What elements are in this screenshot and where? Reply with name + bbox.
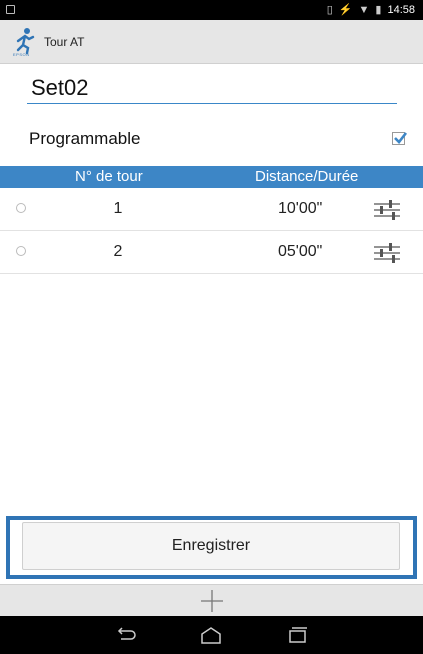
wifi-icon: ▼: [358, 3, 370, 16]
row-radio[interactable]: [16, 203, 26, 213]
table-row[interactable]: 1 10'00": [0, 188, 423, 231]
adjust-settings-icon[interactable]: [372, 241, 402, 265]
bottom-action-bar: [0, 584, 423, 616]
screenshot-icon: [6, 5, 15, 14]
table-header: N° de tour Distance/Durée: [0, 166, 423, 188]
recent-apps-icon[interactable]: [285, 625, 309, 645]
home-icon[interactable]: [199, 625, 223, 645]
column-header-tour: N° de tour: [75, 168, 143, 185]
action-bar: EPSON Tour AT: [0, 20, 423, 64]
column-header-distance: Distance/Durée: [255, 168, 359, 185]
battery-icon: ▮: [375, 4, 382, 16]
lap-duration: 10'00": [278, 200, 323, 217]
lap-duration: 05'00": [278, 243, 323, 260]
vibrate-icon: ▯: [326, 4, 333, 16]
table-row[interactable]: 2 05'00": [0, 231, 423, 274]
back-icon[interactable]: [115, 625, 137, 645]
programmable-row[interactable]: Programmable: [0, 124, 423, 154]
programmable-checkbox[interactable]: [392, 132, 408, 145]
app-title[interactable]: Tour AT: [44, 35, 84, 49]
navigation-bar: [0, 616, 423, 654]
check-icon: [394, 132, 408, 144]
status-bar: ▯ ⚡ ▼ ▮ 14:58: [0, 0, 423, 20]
row-radio[interactable]: [16, 246, 26, 256]
add-icon[interactable]: [199, 588, 225, 614]
programmable-label: Programmable: [29, 129, 141, 148]
save-button[interactable]: Enregistrer: [22, 522, 400, 570]
clock: 14:58: [387, 3, 415, 16]
app-logo-icon: EPSON: [12, 27, 38, 57]
lap-number: 1: [113, 200, 123, 217]
name-field-container: [27, 74, 397, 104]
alarm-icon: ⚡: [338, 4, 353, 16]
lap-number: 2: [113, 243, 123, 260]
app-logo-caption: EPSON: [13, 51, 30, 57]
adjust-settings-icon[interactable]: [372, 198, 402, 222]
set-name-input[interactable]: [27, 74, 397, 102]
